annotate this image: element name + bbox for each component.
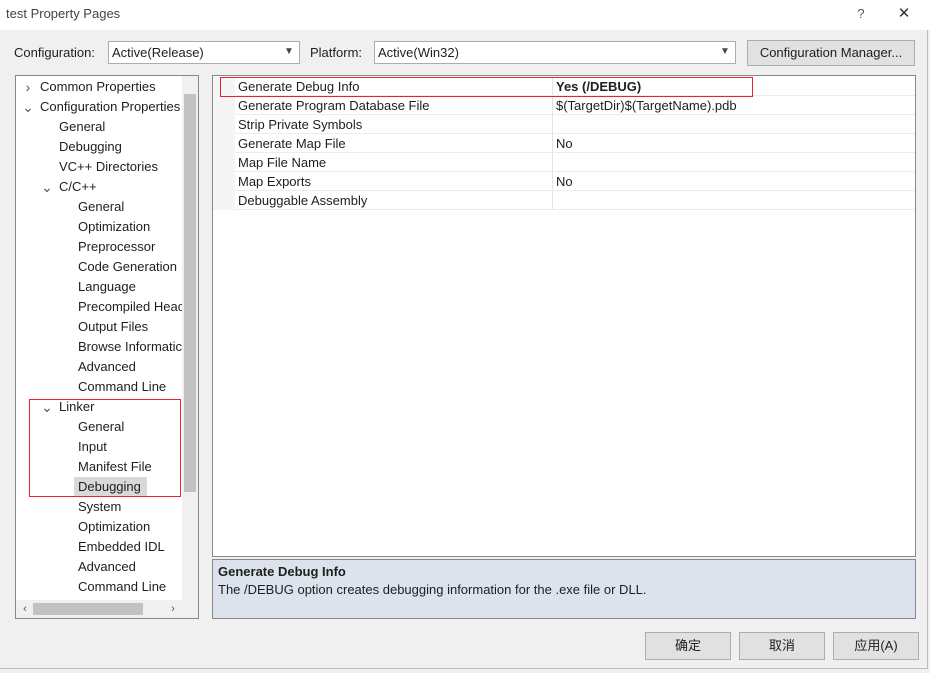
ok-button[interactable]: 确定 <box>645 632 731 660</box>
chevron-down-icon: ▼ <box>720 46 730 57</box>
tree-item[interactable]: Debugging <box>59 137 122 157</box>
platform-value: Active(Win32) <box>378 45 459 60</box>
property-name: Map File Name <box>238 155 327 170</box>
column-separator <box>552 172 553 191</box>
linker-highlight-box <box>29 399 181 497</box>
scroll-left-icon[interactable]: ‹ <box>17 601 33 617</box>
row-margin <box>213 115 235 134</box>
row-divider <box>235 209 915 210</box>
tree-item[interactable]: Common Properties <box>40 77 156 97</box>
apply-button[interactable]: 应用(A) <box>833 632 919 660</box>
configuration-manager-button[interactable]: Configuration Manager... <box>747 40 915 66</box>
tree-item[interactable]: Optimization <box>78 217 150 237</box>
row-margin <box>213 172 235 191</box>
debug-info-highlight-box <box>220 77 753 97</box>
chevron-down-icon[interactable]: ⌄ <box>41 177 53 197</box>
configuration-value: Active(Release) <box>112 45 204 60</box>
tree-item[interactable]: Command Line <box>78 377 166 397</box>
property-value[interactable]: No <box>556 134 573 153</box>
tree-item[interactable]: Output Files <box>78 317 148 337</box>
tree-item[interactable]: VC++ Directories <box>59 157 158 177</box>
help-button[interactable]: ? <box>850 3 872 25</box>
row-margin <box>213 191 235 210</box>
tree-item[interactable]: Code Generation <box>78 257 177 277</box>
row-margin <box>213 153 235 172</box>
property-name: Debuggable Assembly <box>238 193 368 208</box>
tree-item[interactable]: Embedded IDL <box>78 537 165 557</box>
tree-item[interactable]: Configuration Properties <box>40 97 180 117</box>
column-separator <box>552 96 553 115</box>
property-row[interactable]: Generate Program Database File $(TargetDi… <box>213 96 915 115</box>
column-separator <box>552 134 553 153</box>
property-row[interactable]: Map Exports No <box>213 172 915 191</box>
configuration-dropdown[interactable]: Active(Release) ▼ <box>108 41 300 64</box>
chevron-right-icon[interactable]: › <box>22 77 34 97</box>
column-separator <box>552 191 553 210</box>
tree-item[interactable]: Precompiled Heac <box>78 297 184 317</box>
tree-item[interactable]: Optimization <box>78 517 150 537</box>
property-row[interactable]: Debuggable Assembly <box>213 191 915 210</box>
property-value[interactable]: $(TargetDir)$(TargetName).pdb <box>556 96 737 115</box>
tree-item[interactable]: General <box>78 197 124 217</box>
property-row[interactable]: Strip Private Symbols <box>213 115 915 134</box>
tree-item[interactable]: System <box>78 497 121 517</box>
property-name: Generate Map File <box>238 136 346 151</box>
property-name: Map Exports <box>238 174 311 189</box>
platform-dropdown[interactable]: Active(Win32) ▼ <box>374 41 736 64</box>
close-icon[interactable]: ✕ <box>893 3 915 25</box>
tree-item[interactable]: Browse Informatic <box>78 337 182 357</box>
column-separator <box>552 153 553 172</box>
row-margin <box>213 134 235 153</box>
cancel-button[interactable]: 取消 <box>739 632 825 660</box>
tree-item[interactable]: General <box>59 117 105 137</box>
property-row[interactable]: Generate Map File No <box>213 134 915 153</box>
column-separator <box>552 115 553 134</box>
tree-item[interactable]: Advanced <box>78 357 136 377</box>
tree-horizontal-scroll-thumb[interactable] <box>33 603 143 615</box>
description-title: Generate Debug Info <box>218 564 346 579</box>
property-row[interactable]: Map File Name <box>213 153 915 172</box>
property-name: Generate Program Database File <box>238 98 430 113</box>
tree-item[interactable]: Advanced <box>78 557 136 577</box>
description-text: The /DEBUG option creates debugging info… <box>218 582 647 597</box>
tree-vertical-scroll-thumb[interactable] <box>184 94 196 492</box>
row-margin <box>213 96 235 115</box>
configuration-label: Configuration: <box>14 45 95 60</box>
platform-label: Platform: <box>310 45 363 60</box>
chevron-down-icon: ▼ <box>284 46 294 57</box>
tree-item[interactable]: C/C++ <box>59 177 97 197</box>
chevron-down-icon[interactable]: ⌄ <box>22 97 34 117</box>
property-name: Strip Private Symbols <box>238 117 363 132</box>
tree-item[interactable]: Preprocessor <box>78 237 155 257</box>
tree-item[interactable]: Command Line <box>78 577 166 597</box>
window-title: test Property Pages <box>6 6 121 21</box>
property-value[interactable]: No <box>556 172 573 191</box>
scroll-right-icon[interactable]: › <box>165 601 181 617</box>
tree-item[interactable]: Language <box>78 277 136 297</box>
title-bar <box>0 0 930 30</box>
